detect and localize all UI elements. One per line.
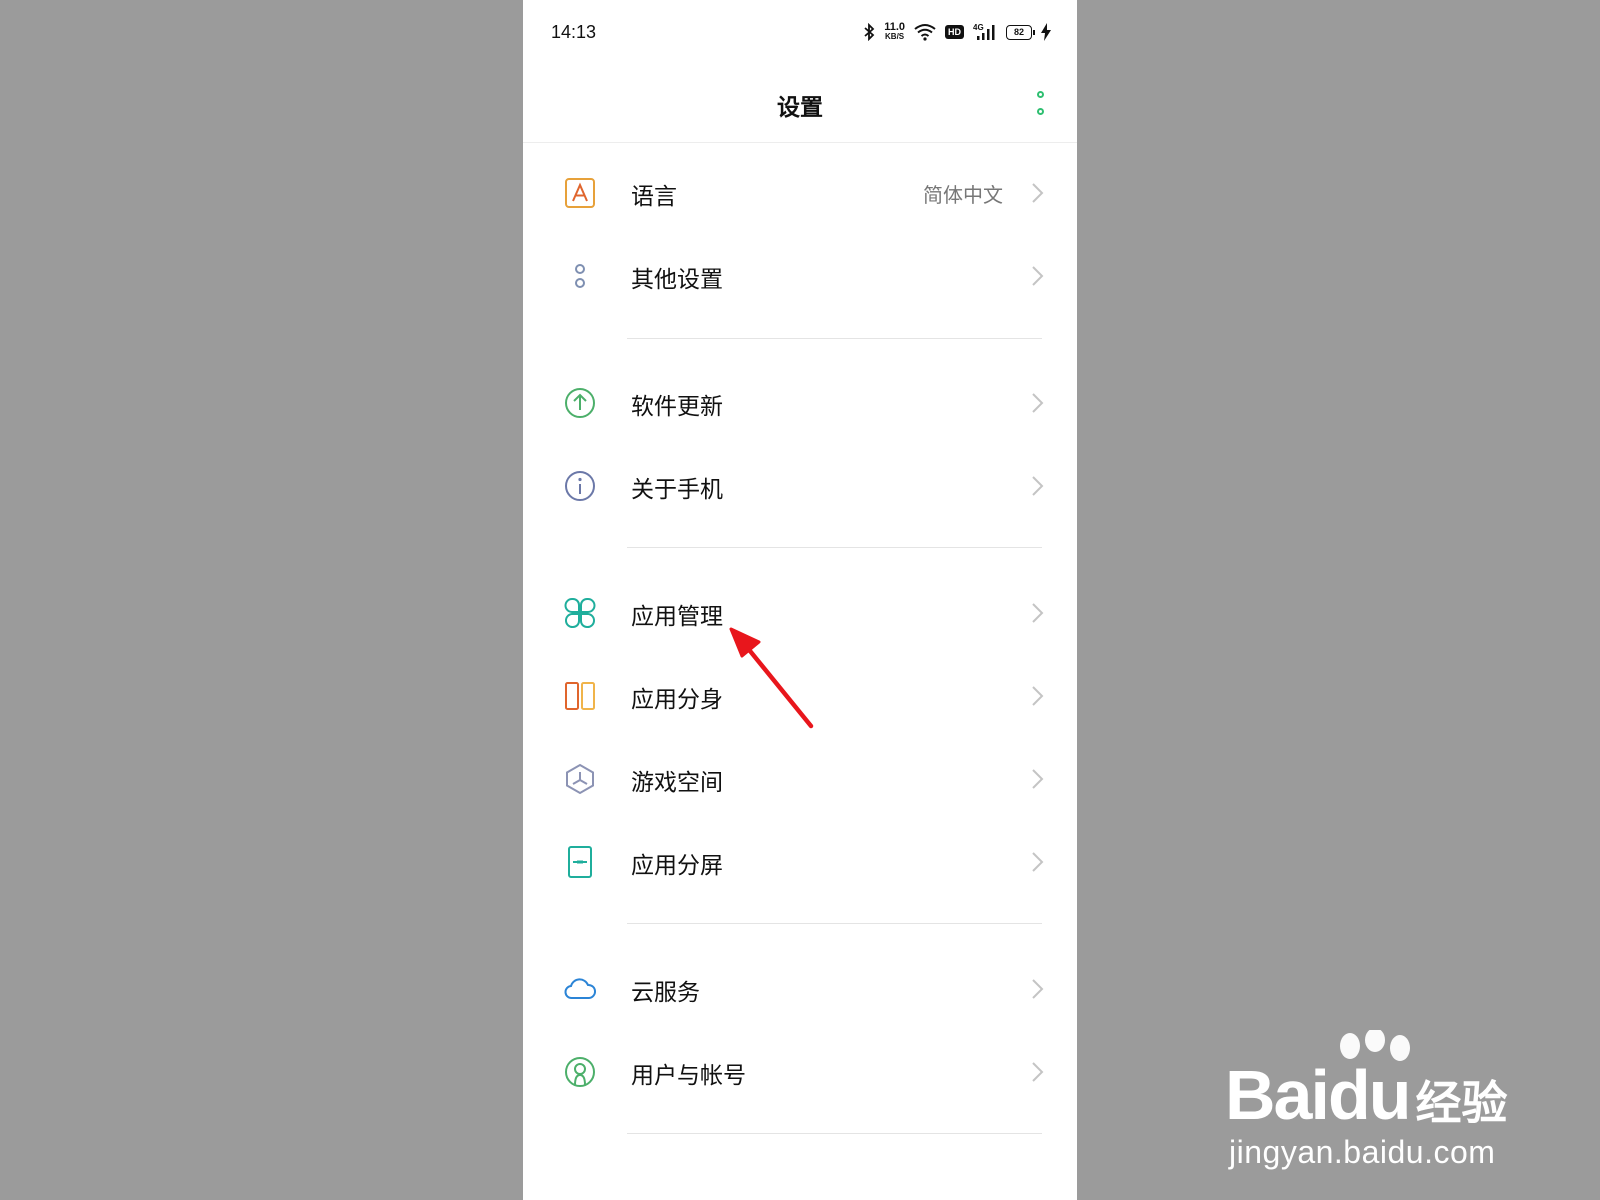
app-clone-icon — [565, 682, 595, 710]
settings-item-label: 语言 — [631, 184, 677, 210]
section-divider — [627, 338, 1042, 339]
chevron-right-icon — [1032, 393, 1044, 413]
chevron-right-icon — [1032, 266, 1044, 286]
watermark-url: jingyan.baidu.com — [1229, 1134, 1496, 1170]
chevron-right-icon — [1032, 603, 1044, 623]
chevron-right-icon — [1032, 769, 1044, 789]
settings-item-other-settings[interactable]: 其他设置 — [523, 235, 1077, 315]
section-divider — [627, 547, 1042, 548]
language-icon — [565, 178, 595, 208]
settings-item-game-space[interactable]: 游戏空间 — [523, 738, 1077, 818]
other-settings-icon — [575, 264, 585, 288]
software-update-icon — [565, 388, 595, 418]
cloud-icon — [564, 978, 596, 999]
more-options-button[interactable] — [1033, 88, 1047, 118]
settings-item-software-update[interactable]: 软件更新 — [523, 362, 1077, 442]
more-dot-icon — [1036, 91, 1044, 98]
settings-item-user-account[interactable]: 用户与帐号 — [523, 1031, 1077, 1111]
wifi-icon — [914, 24, 936, 41]
chevron-right-icon — [1032, 979, 1044, 999]
watermark-logo: Baidu 经验 — [1225, 1056, 1508, 1134]
settings-item-cloud-service[interactable]: 云服务 — [523, 948, 1077, 1028]
charging-icon — [1041, 23, 1051, 41]
settings-item-app-management[interactable]: 应用管理 — [523, 572, 1077, 652]
settings-item-label: 软件更新 — [631, 394, 723, 420]
settings-item-about-phone[interactable]: 关于手机 — [523, 445, 1077, 525]
settings-item-label: 应用管理 — [631, 604, 723, 630]
chevron-right-icon — [1032, 476, 1044, 496]
section-divider — [627, 1133, 1042, 1134]
phone-screen: 14:13 11.0 KB/S HD 4G 82 设置 语言 简体中文 其他设置… — [523, 0, 1077, 1200]
settings-item-app-clone[interactable]: 应用分身 — [523, 655, 1077, 735]
settings-item-label: 其他设置 — [631, 267, 723, 293]
app-management-icon — [564, 598, 596, 628]
user-account-icon — [565, 1057, 595, 1087]
settings-item-split-screen[interactable]: 应用分屏 — [523, 821, 1077, 901]
chevron-right-icon — [1032, 183, 1044, 203]
info-icon — [565, 471, 595, 501]
signal-icon: 4G — [973, 23, 995, 40]
status-time: 14:13 — [551, 22, 597, 42]
network-speed: 11.0 KB/S — [884, 21, 905, 42]
status-icons: 11.0 KB/S HD 4G 82 — [863, 20, 1051, 44]
battery-indicator: 82 — [1006, 24, 1035, 40]
settings-item-label: 游戏空间 — [631, 770, 723, 796]
settings-item-value: 简体中文 — [923, 183, 1003, 207]
baidu-watermark: Baidu 经验 jingyan.baidu.com — [1225, 1030, 1525, 1180]
chevron-right-icon — [1032, 852, 1044, 872]
chevron-right-icon — [1032, 686, 1044, 706]
settings-item-label: 应用分身 — [631, 687, 723, 713]
page-title: 设置 — [777, 95, 823, 121]
settings-item-label: 云服务 — [631, 980, 700, 1006]
game-space-icon — [566, 763, 594, 795]
more-dot-icon — [1036, 108, 1044, 115]
svg-text:4G: 4G — [973, 23, 984, 32]
settings-item-language[interactable]: 语言 简体中文 — [523, 152, 1077, 232]
settings-item-label: 关于手机 — [631, 477, 723, 503]
split-screen-icon — [568, 846, 592, 878]
settings-item-label: 用户与帐号 — [631, 1063, 746, 1089]
chevron-right-icon — [1032, 1062, 1044, 1082]
section-divider — [627, 923, 1042, 924]
status-bar: 14:13 11.0 KB/S HD 4G 82 — [523, 0, 1077, 62]
page-header: 设置 — [523, 62, 1077, 143]
hd-badge: HD — [945, 25, 964, 39]
settings-item-label: 应用分屏 — [631, 853, 723, 879]
bluetooth-icon — [864, 23, 875, 41]
